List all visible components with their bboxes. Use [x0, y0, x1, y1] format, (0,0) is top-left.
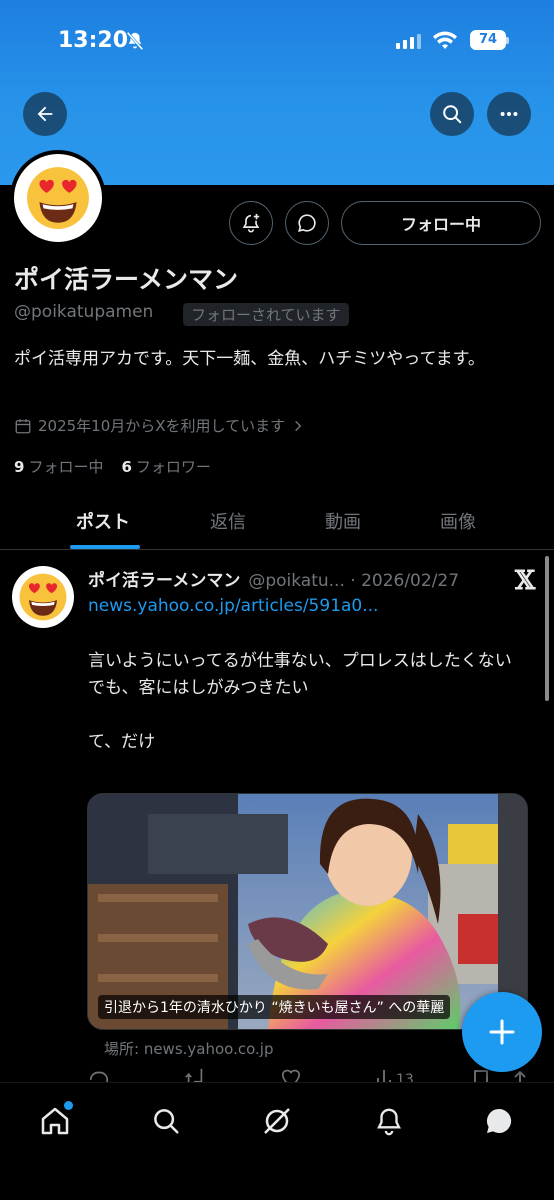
- more-icon: [500, 111, 518, 117]
- post-avatar[interactable]: [12, 566, 74, 628]
- status-time: 13:20: [58, 28, 129, 53]
- search-icon: [154, 1109, 179, 1134]
- profile-avatar[interactable]: [10, 150, 106, 246]
- profile-tabs: ポスト 返信 動画 画像: [0, 500, 554, 550]
- joined-text: 2025年10月からXを利用しています: [38, 417, 286, 435]
- search-button[interactable]: [430, 92, 474, 136]
- message-button[interactable]: [285, 201, 329, 245]
- post-link[interactable]: news.yahoo.co.jp/articles/591a0...: [88, 596, 378, 616]
- profile-bio: ポイ活専用アカです。天下一麺、金魚、ハチミツやってます。: [14, 349, 485, 369]
- nav-grok[interactable]: [257, 1101, 297, 1141]
- bell-off-icon: [126, 31, 144, 51]
- profile-name: ポイ活ラーメンマン: [14, 265, 239, 294]
- link-card[interactable]: 引退から1年の清水ひかり “焼きいも屋さん” への華麗: [87, 793, 528, 1030]
- post-text: 言いようにいってるが仕事ない、プロレスはしたくない でも、客にはしがみつきたい …: [88, 651, 512, 752]
- scrollbar[interactable]: [545, 556, 549, 701]
- post-handle-date: @poikatu... · 2026/02/27: [248, 571, 460, 591]
- bell-plus-icon: [242, 213, 260, 233]
- bottom-navigation: [0, 1082, 554, 1200]
- card-source[interactable]: 場所: news.yahoo.co.jp: [104, 1038, 273, 1059]
- post-header: ポイ活ラーメンマン @poikatu... · 2026/02/27: [88, 566, 508, 591]
- plus-icon: [489, 1019, 515, 1045]
- nav-messages[interactable]: [479, 1101, 519, 1141]
- notification-dot: [64, 1101, 73, 1110]
- follows-you-badge: フォローされています: [183, 303, 349, 326]
- followers-stat[interactable]: 6 フォロワー: [121, 456, 210, 477]
- search-icon: [443, 105, 462, 124]
- bell-icon: [377, 1108, 401, 1136]
- calendar-icon: [15, 418, 31, 433]
- status-bar: 13:20 74: [0, 26, 554, 60]
- following-stat[interactable]: 9 フォロー中: [14, 456, 103, 477]
- nav-notifications[interactable]: [369, 1101, 409, 1141]
- joined-date[interactable]: 2025年10月からXを利用しています: [14, 415, 305, 436]
- notify-button[interactable]: [229, 201, 273, 245]
- back-arrow-icon: [37, 106, 53, 122]
- nav-home[interactable]: [35, 1101, 75, 1141]
- more-button[interactable]: [487, 92, 531, 136]
- heart-eyes-emoji-avatar: [19, 573, 67, 621]
- signal-icon: [396, 34, 421, 49]
- tab-videos[interactable]: 動画: [325, 508, 361, 534]
- profile-handle: @poikatupamen: [14, 302, 154, 322]
- wifi-icon: [433, 31, 457, 49]
- back-button[interactable]: [23, 92, 67, 136]
- post-author[interactable]: ポイ活ラーメンマン: [88, 571, 240, 591]
- grok-icon: [264, 1108, 290, 1134]
- active-tab-indicator: [70, 545, 140, 549]
- following-button[interactable]: フォロー中: [341, 201, 541, 245]
- nav-search[interactable]: [146, 1101, 186, 1141]
- battery-indicator: 74: [470, 30, 509, 50]
- follow-stats: 9 フォロー中 6 フォロワー: [14, 456, 211, 477]
- heart-eyes-emoji-avatar: [27, 167, 89, 229]
- compose-button[interactable]: [462, 992, 542, 1072]
- chat-bubble-icon: [486, 1108, 512, 1133]
- chevron-right-icon: [295, 420, 302, 431]
- tab-replies[interactable]: 返信: [210, 508, 246, 534]
- card-caption: 引退から1年の清水ひかり “焼きいも屋さん” への華麗: [98, 995, 451, 1019]
- chat-bubble-icon: [298, 214, 316, 232]
- tab-images[interactable]: 画像: [440, 508, 476, 534]
- tab-posts[interactable]: ポスト: [76, 508, 130, 534]
- x-logo-icon: 𝕏: [515, 566, 536, 596]
